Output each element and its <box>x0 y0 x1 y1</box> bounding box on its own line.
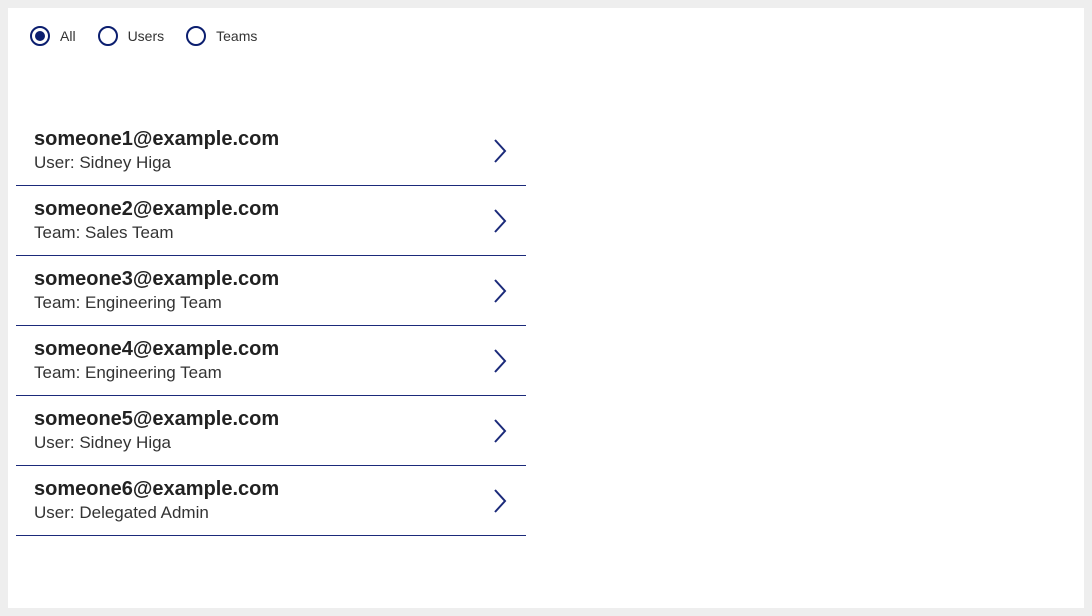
filter-label-users: Users <box>128 28 165 44</box>
radio-icon <box>186 26 206 46</box>
radio-icon <box>98 26 118 46</box>
list-item[interactable]: someone2@example.com Team: Sales Team <box>16 186 526 256</box>
list-item-email: someone5@example.com <box>34 408 279 431</box>
filter-label-teams: Teams <box>216 28 257 44</box>
filter-radio-teams[interactable]: Teams <box>186 26 257 46</box>
list-item[interactable]: someone3@example.com Team: Engineering T… <box>16 256 526 326</box>
list-item-subtitle: Team: Engineering Team <box>34 363 279 383</box>
list-item-email: someone6@example.com <box>34 478 279 501</box>
list-item-texts: someone6@example.com User: Delegated Adm… <box>34 478 279 523</box>
chevron-right-icon <box>490 347 512 375</box>
list-item-email: someone4@example.com <box>34 338 279 361</box>
list-item-email: someone1@example.com <box>34 128 279 151</box>
list-item-texts: someone5@example.com User: Sidney Higa <box>34 408 279 453</box>
results-scroll-area[interactable]: someone1@example.com User: Sidney Higa s… <box>16 116 526 600</box>
radio-icon <box>30 26 50 46</box>
list-item-texts: someone1@example.com User: Sidney Higa <box>34 128 279 173</box>
list-item[interactable]: someone6@example.com User: Delegated Adm… <box>16 466 526 536</box>
chevron-right-icon <box>490 417 512 445</box>
filter-label-all: All <box>60 28 76 44</box>
list-item-subtitle: User: Sidney Higa <box>34 433 279 453</box>
list-item-texts: someone2@example.com Team: Sales Team <box>34 198 279 243</box>
results-list: someone1@example.com User: Sidney Higa s… <box>16 116 526 600</box>
list-item[interactable]: someone1@example.com User: Sidney Higa <box>16 116 526 186</box>
list-item-email: someone3@example.com <box>34 268 279 291</box>
list-item-email: someone2@example.com <box>34 198 279 221</box>
list-item[interactable]: someone5@example.com User: Sidney Higa <box>16 396 526 466</box>
list-item-subtitle: Team: Engineering Team <box>34 293 279 313</box>
scroll-spacer <box>16 536 526 600</box>
filter-radio-group: All Users Teams <box>8 8 1084 46</box>
filter-radio-users[interactable]: Users <box>98 26 165 46</box>
main-panel: All Users Teams someone1@example.com Use… <box>8 8 1084 608</box>
list-item-subtitle: User: Sidney Higa <box>34 153 279 173</box>
chevron-right-icon <box>490 207 512 235</box>
list-item-texts: someone4@example.com Team: Engineering T… <box>34 338 279 383</box>
list-item-texts: someone3@example.com Team: Engineering T… <box>34 268 279 313</box>
list-item[interactable]: someone4@example.com Team: Engineering T… <box>16 326 526 396</box>
filter-radio-all[interactable]: All <box>30 26 76 46</box>
radio-selected-dot-icon <box>35 31 45 41</box>
list-item-subtitle: User: Delegated Admin <box>34 503 279 523</box>
chevron-right-icon <box>490 137 512 165</box>
chevron-right-icon <box>490 277 512 305</box>
list-item-subtitle: Team: Sales Team <box>34 223 279 243</box>
chevron-right-icon <box>490 487 512 515</box>
